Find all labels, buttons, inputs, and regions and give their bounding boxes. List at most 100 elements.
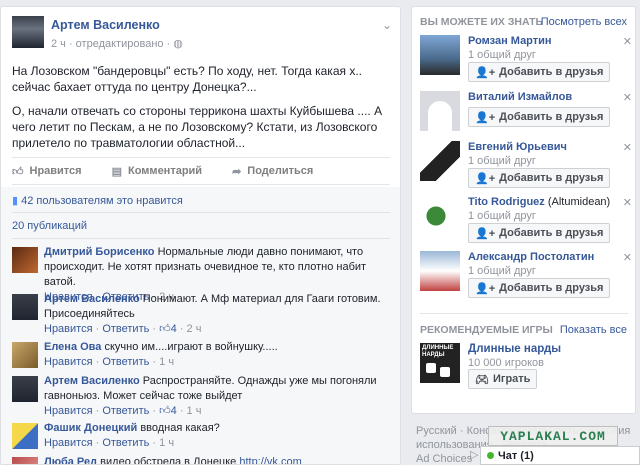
mutual-friends[interactable]: 1 общий друг: [468, 210, 536, 222]
divider: [12, 238, 390, 239]
commenter-avatar[interactable]: [12, 342, 38, 368]
friend-suggestion: Виталий Измайлов 👤+ Добавить в друзья ✕: [420, 91, 632, 147]
comment-body: Артем Василенко Распространяйте. Однажды…: [44, 374, 389, 419]
feedback-section: ▮ 42 пользователям это нравится 20 публи…: [1, 187, 400, 465]
pymk-title: Вы можете их знать: [420, 16, 544, 28]
add-friend-button[interactable]: 👤+ Добавить в друзья: [468, 223, 611, 243]
commenter-avatar[interactable]: [12, 294, 38, 320]
comment-body: Артем Василенко Понимают. А Мф материал …: [44, 292, 389, 337]
comment-like-link[interactable]: Нравится: [44, 323, 93, 335]
friend-avatar[interactable]: [420, 91, 460, 131]
chat-bar[interactable]: Чат (1): [480, 446, 640, 465]
show-all-games-link[interactable]: Показать все: [560, 324, 627, 336]
commenter-avatar[interactable]: [12, 247, 38, 273]
commenter-name[interactable]: Фашик Донецкий: [44, 422, 137, 434]
author-avatar[interactable]: [12, 16, 44, 48]
comment-meta: Нравится · Ответить · 1 ч: [44, 437, 175, 449]
thumbs-up-icon: 👍︎: [12, 165, 24, 178]
add-friend-icon: 👤+: [475, 282, 496, 295]
comment-meta: Нравится · Ответить · 👍︎4 · 1 ч: [44, 405, 202, 417]
commenter-avatar[interactable]: [12, 376, 38, 402]
close-icon[interactable]: ✕: [623, 196, 632, 209]
add-friend-icon: 👤+: [475, 66, 496, 79]
friend-avatar[interactable]: [420, 196, 460, 236]
watermark: YAPLAKAL.COM: [488, 426, 618, 446]
friend-suggestion: Евгений Юрьевич 1 общий друг 👤+ Добавить …: [420, 141, 632, 197]
games-title: Рекомендуемые игры: [420, 324, 553, 336]
like-button[interactable]: 👍︎ Нравится: [12, 165, 82, 178]
friend-name[interactable]: Виталий Измайлов: [468, 91, 572, 103]
divider: [420, 313, 628, 314]
comment-body: Люба Ред видео обстрела в Донецке http:/…: [44, 455, 389, 465]
comment-time: 2 ч: [186, 323, 202, 335]
commenter-avatar[interactable]: [12, 423, 38, 449]
add-friend-button[interactable]: 👤+ Добавить в друзья: [468, 107, 611, 127]
comment-reply-link[interactable]: Ответить: [102, 405, 149, 417]
comment-meta: Нравится · Ответить · 1 ч: [44, 356, 175, 368]
share-button[interactable]: ➦ Поделиться: [232, 165, 313, 178]
friend-name[interactable]: Tito Rodriguez (Altumidean): [468, 196, 610, 208]
add-friend-button[interactable]: 👤+ Добавить в друзья: [468, 168, 611, 188]
gamepad-icon: 🎮︎: [475, 373, 489, 386]
play-game-button[interactable]: 🎮︎ Играть: [468, 369, 538, 389]
add-friend-button[interactable]: 👤+ Добавить в друзья: [468, 62, 611, 82]
divider: [12, 212, 390, 213]
add-friend-icon: 👤+: [475, 111, 496, 124]
commenter-name[interactable]: Артем Василенко: [44, 375, 140, 387]
post-header: Артем Василенко 2 ч · отредактировано · …: [1, 7, 400, 55]
game-name[interactable]: Длинные нарды: [468, 343, 561, 355]
comment-like-link[interactable]: Нравится: [44, 405, 93, 417]
friend-suggestion: Александр Постолатин 1 общий друг 👤+ Доба…: [420, 251, 632, 307]
close-icon[interactable]: ✕: [623, 141, 632, 154]
friend-name[interactable]: Евгений Юрьевич: [468, 141, 567, 153]
mutual-friends[interactable]: 1 общий друг: [468, 49, 536, 61]
friend-suggestion: Ромзан Мартин 1 общий друг 👤+ Добавить в …: [420, 35, 632, 91]
commenter-avatar[interactable]: [12, 457, 38, 464]
comment-like-link[interactable]: Нравится: [44, 437, 93, 449]
comment-text: видео обстрела в Донецке: [100, 456, 237, 465]
post-meta: 2 ч · отредактировано · ◍: [51, 38, 183, 50]
thumbs-up-icon: 👍︎: [159, 323, 171, 335]
speech-bubble-icon: ▤: [111, 165, 122, 178]
see-all-link[interactable]: Посмотреть всех: [541, 16, 627, 28]
ad-choices-icon[interactable]: ▷: [470, 448, 478, 461]
default-avatar-icon: [428, 101, 452, 131]
comment-likes[interactable]: 👍︎4: [159, 405, 177, 417]
friend-avatar[interactable]: [420, 251, 460, 291]
commenter-name[interactable]: Люба Ред: [44, 456, 97, 464]
friend-name[interactable]: Ромзан Мартин: [468, 35, 552, 47]
post-actions: 👍︎ Нравится ▤ Комментарий ➦ Поделиться: [12, 157, 390, 185]
comment: Артем Василенко Понимают. А Мф материал …: [12, 292, 392, 336]
globe-icon: ◍: [173, 38, 183, 50]
shares-count[interactable]: 20 публикаций: [12, 220, 87, 232]
commenter-name[interactable]: Елена Ова: [44, 341, 101, 353]
mutual-friends[interactable]: 1 общий друг: [468, 155, 536, 167]
share-arrow-icon: ➦: [232, 165, 242, 178]
comment-button[interactable]: ▤ Комментарий: [112, 165, 202, 178]
add-friend-button[interactable]: 👤+ Добавить в друзья: [468, 278, 611, 298]
game-logo[interactable]: ДЛИННЫЕ НАРДЫ: [420, 343, 460, 383]
comment-reply-link[interactable]: Ответить: [102, 437, 149, 449]
comment-body: Елена Ова скучно им....играют в войнушку…: [44, 340, 389, 370]
friend-avatar[interactable]: [420, 141, 460, 181]
chevron-down-icon[interactable]: ⌄: [382, 18, 392, 32]
friend-suggestion: Tito Rodriguez (Altumidean) 1 общий друг…: [420, 196, 632, 252]
comment-likes[interactable]: 👍︎4: [159, 323, 177, 335]
close-icon[interactable]: ✕: [623, 91, 632, 104]
friend-avatar[interactable]: [420, 35, 460, 75]
comment-reply-link[interactable]: Ответить: [102, 323, 149, 335]
commenter-name[interactable]: Артем Василенко: [44, 293, 140, 305]
mutual-friends[interactable]: 1 общий друг: [468, 265, 536, 277]
comment-reply-link[interactable]: Ответить: [102, 356, 149, 368]
commenter-name[interactable]: Дмитрий Борисенко: [44, 246, 155, 258]
comment: Дмитрий Борисенко Нормальные люди давно …: [12, 245, 392, 303]
likes-count[interactable]: ▮ 42 пользователям это нравится: [12, 194, 183, 207]
friend-name[interactable]: Александр Постолатин: [468, 251, 594, 263]
comment-link[interactable]: http://vk.com: [239, 456, 301, 464]
comment-like-link[interactable]: Нравится: [44, 356, 93, 368]
dice-icon: [426, 363, 436, 373]
comment: Артем Василенко Распространяйте. Однажды…: [12, 374, 392, 418]
close-icon[interactable]: ✕: [623, 35, 632, 48]
close-icon[interactable]: ✕: [623, 251, 632, 264]
post-author[interactable]: Артем Василенко: [51, 18, 160, 32]
